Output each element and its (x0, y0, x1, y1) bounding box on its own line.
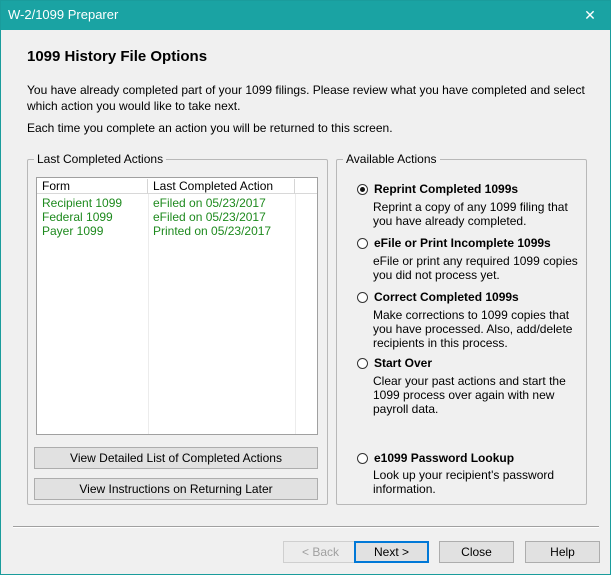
next-button[interactable]: Next > (354, 541, 429, 563)
column-header-last-action[interactable]: Last Completed Action (148, 179, 295, 194)
cell-action: eFiled on 05/23/2017 (153, 196, 266, 210)
close-button[interactable]: Close (439, 541, 514, 563)
group-label-available-actions: Available Actions (343, 152, 440, 166)
cell-form: Payer 1099 (42, 224, 104, 238)
column-header-form[interactable]: Form (37, 179, 148, 194)
option-description: eFile or print any required 1099 copies … (373, 254, 578, 282)
radio-e1099-password-lookup[interactable]: e1099 Password Lookup (357, 451, 514, 465)
table-row[interactable]: Payer 1099 Printed on 05/23/2017 (37, 224, 317, 238)
last-completed-actions-group: Last Completed Actions Form Last Complet… (27, 152, 328, 505)
radio-label[interactable]: Correct Completed 1099s (374, 290, 519, 304)
page-title: 1099 History File Options (27, 48, 208, 65)
title-bar: W-2/1099 Preparer ✕ (1, 1, 610, 30)
radio-start-over[interactable]: Start Over (357, 356, 432, 370)
cell-action: Printed on 05/23/2017 (153, 224, 272, 238)
radio-reprint-completed[interactable]: Reprint Completed 1099s (357, 182, 518, 196)
radio-efile-print-incomplete[interactable]: eFile or Print Incomplete 1099s (357, 236, 551, 250)
radio-button[interactable] (357, 358, 368, 369)
back-button[interactable]: < Back (283, 541, 358, 563)
radio-label[interactable]: Start Over (374, 356, 432, 370)
cell-form: Federal 1099 (42, 210, 113, 224)
close-window-button[interactable]: ✕ (570, 1, 610, 30)
window-title: W-2/1099 Preparer (8, 7, 119, 22)
option-description: Make corrections to 1099 copies that you… (373, 308, 573, 350)
radio-button[interactable] (357, 292, 368, 303)
intro-return-text: Each time you complete an action you wil… (27, 121, 393, 135)
completed-actions-list[interactable]: Form Last Completed Action Recipient 109… (36, 177, 318, 435)
radio-button[interactable] (357, 184, 368, 195)
option-description: Look up your recipient's password inform… (373, 468, 555, 496)
radio-label[interactable]: Reprint Completed 1099s (374, 182, 518, 196)
cell-form: Recipient 1099 (42, 196, 123, 210)
intro-text: You have already completed part of your … (27, 83, 585, 113)
radio-label[interactable]: e1099 Password Lookup (374, 451, 514, 465)
available-actions-group: Available Actions Reprint Completed 1099… (336, 152, 587, 505)
option-description: Clear your past actions and start the 10… (373, 374, 566, 416)
view-instructions-button[interactable]: View Instructions on Returning Later (34, 478, 318, 500)
radio-button[interactable] (357, 453, 368, 464)
table-row[interactable]: Recipient 1099 eFiled on 05/23/2017 (37, 196, 317, 210)
list-header: Form Last Completed Action (37, 178, 317, 194)
footer-separator (13, 526, 599, 528)
help-button[interactable]: Help (525, 541, 600, 563)
table-row[interactable]: Federal 1099 eFiled on 05/23/2017 (37, 210, 317, 224)
option-description: Reprint a copy of any 1099 filing that y… (373, 200, 568, 228)
close-icon: ✕ (584, 7, 596, 23)
view-detailed-list-button[interactable]: View Detailed List of Completed Actions (34, 447, 318, 469)
cell-action: eFiled on 05/23/2017 (153, 210, 266, 224)
radio-label[interactable]: eFile or Print Incomplete 1099s (374, 236, 551, 250)
radio-button[interactable] (357, 238, 368, 249)
radio-correct-completed[interactable]: Correct Completed 1099s (357, 290, 519, 304)
group-label-last-completed: Last Completed Actions (34, 152, 167, 166)
dialog-window: W-2/1099 Preparer ✕ 1099 History File Op… (0, 0, 611, 575)
